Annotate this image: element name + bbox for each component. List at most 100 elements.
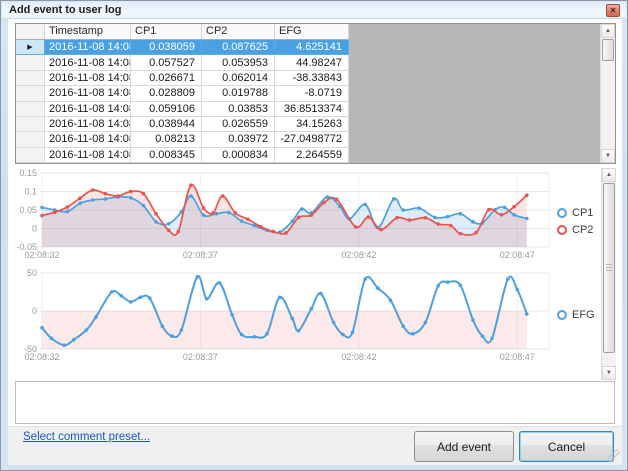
- table-cell: 0.026559: [202, 117, 275, 132]
- table-cell: 0.087625: [202, 40, 275, 55]
- table-cell: -27.0498772: [275, 132, 349, 147]
- table-cell: 2016-11-08 14:08:44: [45, 102, 131, 117]
- column-header-timestamp[interactable]: Timestamp: [45, 24, 131, 39]
- legend-item-cp1[interactable]: CP1: [557, 204, 593, 221]
- cancel-button[interactable]: Cancel: [519, 431, 614, 462]
- efg-marker-icon: [557, 310, 567, 320]
- legend-item-cp2[interactable]: CP2: [557, 221, 593, 238]
- data-grid-header: Timestamp CP1 CP2 EFG: [16, 24, 349, 40]
- scroll-down-icon[interactable]: ▼: [602, 366, 616, 380]
- svg-text:02:08:47: 02:08:47: [500, 250, 535, 260]
- efg-chart-legend: EFG: [557, 306, 595, 323]
- row-header-cell[interactable]: [16, 132, 45, 147]
- row-header-cell[interactable]: [16, 148, 45, 163]
- selected-row-arrow-icon: ▶: [27, 43, 32, 51]
- cp-chart: 0.150.10.050-0.0502:08:3202:08:3702:08:4…: [11, 169, 596, 266]
- table-row[interactable]: ▶ 2016-11-08 14:08:460.0380590.0876254.62…: [16, 40, 349, 55]
- svg-text:0: 0: [32, 224, 37, 234]
- table-scrollbar[interactable]: ▲ ▼: [600, 24, 615, 163]
- table-scrollbar-thumb[interactable]: [602, 39, 614, 61]
- legend-label-cp1: CP1: [572, 207, 593, 219]
- select-comment-preset-link[interactable]: Select comment preset...: [23, 431, 150, 443]
- svg-text:02:08:42: 02:08:42: [341, 250, 376, 260]
- table-row[interactable]: 2016-11-08 14:08:450.0288090.019788-8.07…: [16, 86, 349, 101]
- dialog-content: Timestamp CP1 CP2 EFG ▶ 2016-11-08 14:08:…: [8, 19, 622, 465]
- table-row[interactable]: 2016-11-08 14:08:450.0266710.062014-38.3…: [16, 71, 349, 86]
- data-grid-table: Timestamp CP1 CP2 EFG ▶ 2016-11-08 14:08:…: [16, 24, 349, 163]
- column-header-cp1[interactable]: CP1: [131, 24, 202, 39]
- data-grid-empty-area: [349, 24, 600, 163]
- legend-label-cp2: CP2: [572, 224, 593, 236]
- table-cell: 0.062014: [202, 71, 275, 86]
- table-cell: 0.03853: [202, 102, 275, 117]
- chart-panel: 0.150.10.050-0.0502:08:3202:08:3702:08:4…: [8, 168, 622, 380]
- resize-grip[interactable]: [608, 449, 620, 462]
- table-row[interactable]: 2016-11-08 14:08:430.0083450.0008342.264…: [16, 148, 349, 163]
- title-bar: Add event to user log ✕: [2, 2, 626, 19]
- table-cell: 44.98247: [275, 55, 349, 70]
- header-corner-cell: [16, 24, 45, 39]
- chart-scrollbar-thumb[interactable]: [603, 183, 615, 353]
- table-cell: 2016-11-08 14:08:43: [45, 148, 131, 163]
- svg-text:0: 0: [32, 306, 37, 316]
- table-cell: 0.038059: [131, 40, 202, 55]
- table-cell: 0.000834: [202, 148, 275, 163]
- data-grid: Timestamp CP1 CP2 EFG ▶ 2016-11-08 14:08:…: [15, 23, 616, 164]
- table-cell: 2016-11-08 14:08:45: [45, 86, 131, 101]
- row-header-cell[interactable]: [16, 71, 45, 86]
- data-grid-body: ▶ 2016-11-08 14:08:460.0380590.0876254.62…: [16, 40, 349, 163]
- table-cell: 2016-11-08 14:08:46: [45, 55, 131, 70]
- table-cell: 0.057527: [131, 55, 202, 70]
- table-cell: -38.33843: [275, 71, 349, 86]
- row-header-cell[interactable]: [16, 86, 45, 101]
- close-button[interactable]: ✕: [606, 4, 620, 17]
- scrollbar-grip-icon: [606, 264, 612, 271]
- column-header-cp2[interactable]: CP2: [202, 24, 275, 39]
- table-cell: 4.625141: [275, 40, 349, 55]
- cp1-marker-icon: [557, 208, 567, 218]
- table-row[interactable]: 2016-11-08 14:08:430.082130.03972-27.049…: [16, 132, 349, 147]
- svg-text:02:08:32: 02:08:32: [24, 352, 59, 362]
- dialog-title: Add event to user log: [2, 4, 121, 16]
- svg-text:50: 50: [27, 268, 37, 278]
- table-cell: -8.0719: [275, 86, 349, 101]
- scroll-down-icon[interactable]: ▼: [601, 149, 615, 163]
- table-cell: 36.8513374: [275, 102, 349, 117]
- dialog-window: Add event to user log ✕ Timestamp CP1 CP…: [0, 0, 628, 471]
- table-cell: 0.038944: [131, 117, 202, 132]
- cp2-marker-icon: [557, 225, 567, 235]
- add-event-button[interactable]: Add event: [414, 431, 514, 462]
- table-cell: 0.019788: [202, 86, 275, 101]
- row-header-cell[interactable]: ▶: [16, 40, 45, 55]
- table-cell: 0.026671: [131, 71, 202, 86]
- table-cell: 0.053953: [202, 55, 275, 70]
- column-header-efg[interactable]: EFG: [275, 24, 349, 39]
- table-row[interactable]: 2016-11-08 14:08:440.0591060.0385336.851…: [16, 102, 349, 117]
- table-cell: 2.264559: [275, 148, 349, 163]
- row-header-cell[interactable]: [16, 102, 45, 117]
- table-row[interactable]: 2016-11-08 14:08:460.0575270.05395344.98…: [16, 55, 349, 70]
- legend-label-efg: EFG: [572, 309, 595, 321]
- table-cell: 0.08213: [131, 132, 202, 147]
- table-cell: 2016-11-08 14:08:43: [45, 132, 131, 147]
- svg-text:02:08:37: 02:08:37: [183, 250, 218, 260]
- table-row[interactable]: 2016-11-08 14:08:440.0389440.02655934.15…: [16, 117, 349, 132]
- scroll-up-icon[interactable]: ▲: [601, 24, 615, 38]
- svg-text:0.05: 0.05: [19, 205, 37, 215]
- row-header-cell[interactable]: [16, 117, 45, 132]
- comment-input[interactable]: [15, 381, 615, 424]
- svg-text:02:08:42: 02:08:42: [341, 352, 376, 362]
- scroll-up-icon[interactable]: ▲: [602, 168, 616, 182]
- table-cell: 2016-11-08 14:08:46: [45, 40, 131, 55]
- table-cell: 34.15263: [275, 117, 349, 132]
- svg-text:0.15: 0.15: [19, 169, 37, 178]
- legend-item-efg[interactable]: EFG: [557, 306, 595, 323]
- svg-text:02:08:37: 02:08:37: [183, 352, 218, 362]
- svg-text:02:08:32: 02:08:32: [24, 250, 59, 260]
- table-cell: 2016-11-08 14:08:44: [45, 117, 131, 132]
- chart-scrollbar[interactable]: ▲ ▼: [601, 168, 616, 380]
- table-cell: 0.03972: [202, 132, 275, 147]
- cp-chart-legend: CP1 CP2: [557, 204, 593, 238]
- svg-text:0.1: 0.1: [24, 187, 37, 197]
- row-header-cell[interactable]: [16, 55, 45, 70]
